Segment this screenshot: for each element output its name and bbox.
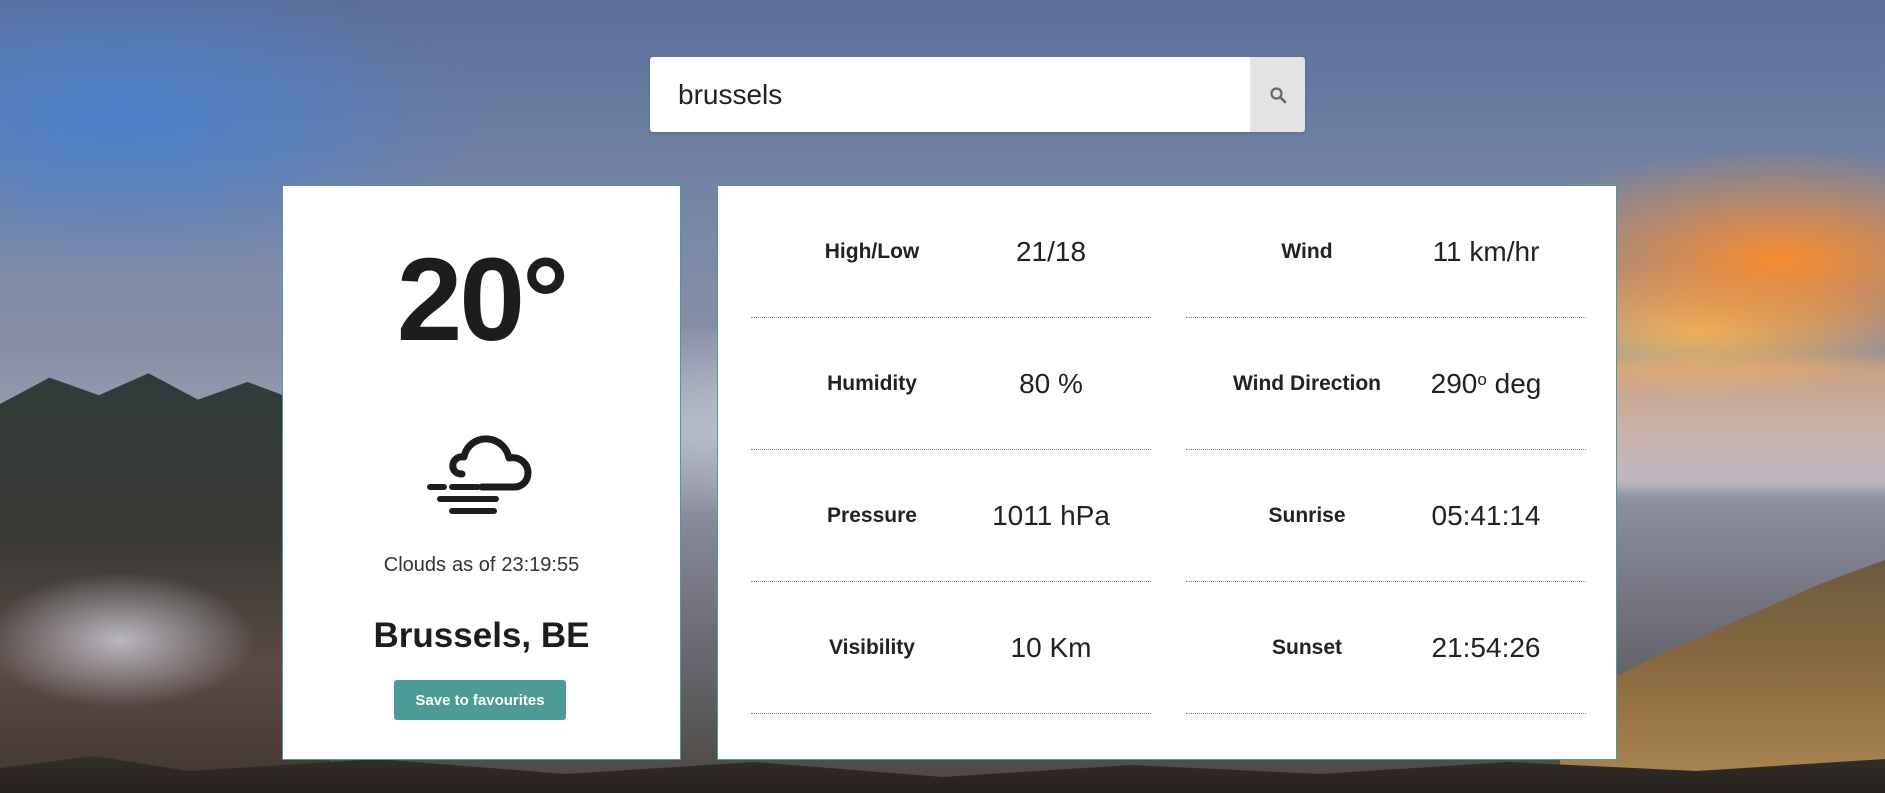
detail-row-humidity: Humidity 80 % bbox=[751, 318, 1151, 450]
current-weather-card: 20° Clouds as of 23:19:55 Brussels, BE Sav… bbox=[282, 185, 681, 760]
city-name: Brussels, BE bbox=[373, 616, 590, 655]
cloud-fog-icon bbox=[427, 435, 532, 514]
observation-time: 23:19:55 bbox=[501, 554, 580, 576]
condition-timestamp: Clouds as of 23:19:55 bbox=[283, 554, 680, 577]
detail-value: 05:41:14 bbox=[1431, 499, 1541, 531]
detail-value: 290 o deg bbox=[1386, 318, 1586, 449]
detail-row-pressure: Pressure 1011 hPa bbox=[751, 450, 1151, 582]
detail-row-visibility: Visibility 10 Km bbox=[751, 582, 1151, 714]
detail-row-high-low: High/Low 21/18 bbox=[751, 186, 1151, 318]
save-to-favourites-button[interactable]: Save to favourites bbox=[394, 680, 566, 720]
detail-value: 80 % bbox=[1019, 367, 1083, 399]
detail-row-sunset: Sunset 21:54:26 bbox=[1186, 582, 1586, 714]
as-of-label: as of bbox=[452, 554, 496, 576]
detail-value: 21/18 bbox=[1015, 235, 1087, 267]
degree-symbol: o bbox=[1477, 369, 1487, 389]
detail-value: 21:54:26 bbox=[1431, 631, 1541, 663]
detail-row-sunrise: Sunrise 05:41:14 bbox=[1186, 450, 1586, 582]
detail-row-wind-direction: Wind Direction 290 o deg bbox=[1186, 318, 1586, 450]
search-input[interactable] bbox=[650, 57, 1250, 132]
detail-value: 1011 hPa bbox=[992, 499, 1110, 531]
wind-unit: deg bbox=[1494, 367, 1542, 399]
detail-row-wind: Wind 11 km/hr bbox=[1186, 186, 1586, 318]
condition-text: Clouds bbox=[383, 554, 447, 576]
current-temperature: 20° bbox=[396, 234, 569, 366]
detail-value: 10 Km bbox=[1010, 631, 1092, 663]
detail-value: 11 km/hr bbox=[1432, 235, 1540, 267]
weather-details-card: High/Low 21/18 Humidity 80 % Pressure 10… bbox=[717, 185, 1617, 760]
wind-degrees: 290 bbox=[1430, 367, 1478, 399]
search-bar bbox=[650, 57, 1305, 132]
search-button[interactable] bbox=[1250, 57, 1305, 132]
search-icon bbox=[1269, 86, 1286, 103]
